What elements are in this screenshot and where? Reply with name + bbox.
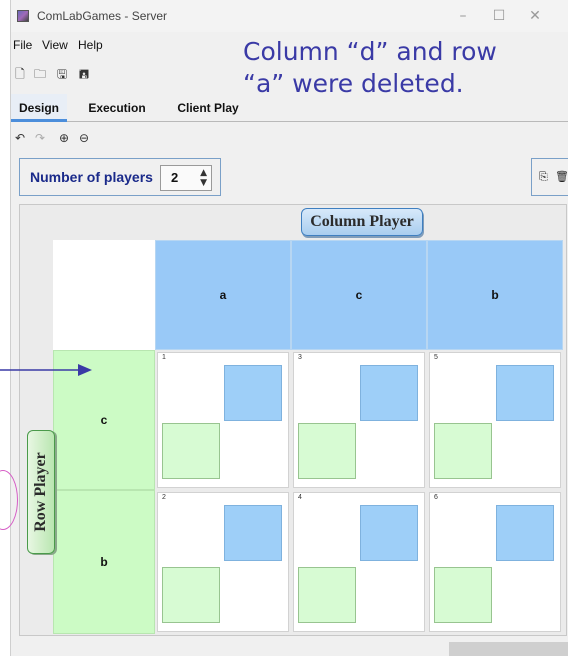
column-payoff-box[interactable] [360, 365, 418, 421]
tab-design[interactable]: Design [11, 94, 67, 122]
tab-client-play[interactable]: Client Play [165, 94, 251, 122]
annotation-arrow-icon [0, 364, 92, 376]
payoff-cell[interactable]: 3 [293, 352, 425, 488]
spinner-arrows-icon[interactable]: ▲ ▼ [200, 168, 207, 188]
row-player-label: Row Player [32, 452, 49, 532]
annotation-line-1: Column “d” and row [243, 37, 497, 66]
new-file-icon[interactable]: 🗋 [13, 67, 27, 81]
tab-execution[interactable]: Execution [79, 94, 155, 122]
column-payoff-box[interactable] [224, 365, 282, 421]
maximize-button[interactable]: ☐ [487, 6, 511, 26]
cell-number: 5 [434, 354, 438, 361]
zoom-in-icon[interactable]: ⊕ [57, 131, 71, 145]
status-bar [11, 640, 568, 656]
row-payoff-box[interactable] [162, 423, 220, 479]
delete-icon[interactable]: 🗑 [555, 170, 568, 184]
payoff-cell[interactable]: 5 [429, 352, 561, 488]
minimize-button[interactable]: – [451, 6, 475, 26]
column-header-c[interactable]: c [291, 240, 427, 350]
menu-help[interactable]: Help [78, 38, 103, 52]
zoom-out-icon[interactable]: ⊖ [77, 131, 91, 145]
matrix-corner [53, 240, 155, 350]
cell-number: 3 [298, 354, 302, 361]
column-player-label: Column Player [301, 208, 423, 236]
save-icon[interactable]: 🖫 [55, 67, 69, 81]
row-payoff-box[interactable] [298, 423, 356, 479]
cell-number: 1 [162, 354, 166, 361]
menu-view[interactable]: View [42, 38, 68, 52]
undo-icon[interactable]: ↶ [13, 131, 27, 145]
add-icon[interactable]: ⎘ [539, 170, 551, 184]
cell-number: 4 [298, 494, 302, 501]
payoff-cell[interactable]: 4 [293, 492, 425, 632]
slide-annotation: Column “d” and row “a” were deleted. [243, 36, 563, 100]
players-label: Number of players [30, 169, 153, 185]
players-value[interactable]: 2 [171, 170, 178, 185]
title-bar: ComLabGames - Server – ☐ ✕ [11, 0, 568, 32]
open-folder-icon[interactable]: 🗀 [33, 67, 47, 81]
edit-actions-panel: ⎘ 🗑 [531, 158, 568, 196]
players-panel: Number of players 2 ▲ ▼ [19, 158, 221, 196]
row-payoff-box[interactable] [434, 423, 492, 479]
payoff-cell[interactable]: 1 [157, 352, 289, 488]
save-as-icon[interactable]: 🖪 [77, 67, 91, 81]
column-payoff-box[interactable] [496, 505, 554, 561]
column-payoff-box[interactable] [224, 505, 282, 561]
row-header-b[interactable]: b [53, 490, 155, 634]
redo-icon[interactable]: ↷ [33, 131, 47, 145]
app-window: ComLabGames - Server – ☐ ✕ File View Hel… [10, 0, 568, 656]
payoff-cell[interactable]: 2 [157, 492, 289, 632]
annotation-line-2: “a” were deleted. [243, 69, 464, 98]
menu-file[interactable]: File [13, 38, 32, 52]
column-payoff-box[interactable] [360, 505, 418, 561]
players-spinner[interactable]: 2 ▲ ▼ [160, 165, 212, 191]
row-payoff-box[interactable] [434, 567, 492, 623]
row-player-badge: Row Player [27, 430, 55, 554]
column-payoff-box[interactable] [496, 365, 554, 421]
cell-number: 2 [162, 494, 166, 501]
row-payoff-box[interactable] [298, 567, 356, 623]
column-header-b[interactable]: b [427, 240, 563, 350]
column-header-a[interactable]: a [155, 240, 291, 350]
cell-number: 6 [434, 494, 438, 501]
horizontal-scrollbar[interactable] [449, 642, 568, 656]
payoff-cell[interactable]: 6 [429, 492, 561, 632]
row-payoff-box[interactable] [162, 567, 220, 623]
window-title: ComLabGames - Server [37, 9, 168, 23]
app-logo-icon [17, 10, 29, 22]
close-button[interactable]: ✕ [523, 6, 547, 26]
